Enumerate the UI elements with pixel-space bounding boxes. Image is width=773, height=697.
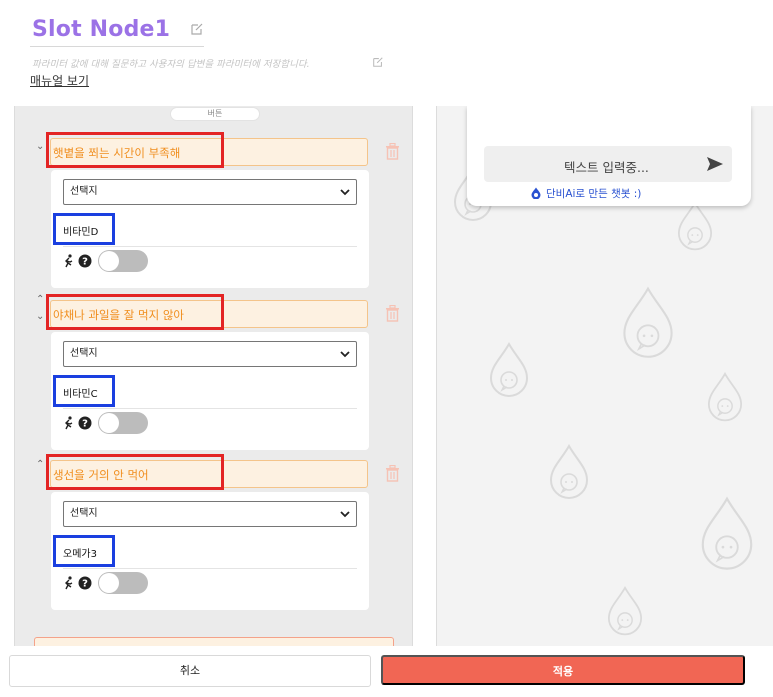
question-text[interactable]: 야채나 과일을 잘 먹지 않아 bbox=[53, 307, 184, 323]
trash-icon[interactable] bbox=[385, 143, 400, 160]
chevron-down-icon[interactable]: ⌄ bbox=[36, 312, 44, 322]
button-editor-panel[interactable]: 버튼 ⌄ 햇볕을 쬐는 시간이 부족해 선택지 비타민D ? ⌃ ⌄ 야채나 과… bbox=[14, 106, 413, 646]
chat-input[interactable]: 텍스트 입력중... bbox=[484, 146, 732, 182]
manual-link[interactable]: 매뉴얼 보기 bbox=[30, 72, 89, 89]
chevron-down-icon bbox=[340, 189, 350, 196]
title-underline bbox=[30, 46, 204, 47]
help-icon[interactable]: ? bbox=[78, 576, 92, 590]
node-title[interactable]: Slot Node1 bbox=[32, 17, 170, 42]
droplet-chat-icon bbox=[549, 444, 589, 499]
button-settings-card: 선택지 오메가3 ? bbox=[51, 492, 369, 610]
apply-button[interactable]: 적용 bbox=[381, 655, 745, 685]
droplet-chat-icon bbox=[489, 342, 529, 397]
edit-icon[interactable] bbox=[372, 56, 384, 68]
chat-input-placeholder: 텍스트 입력중... bbox=[564, 160, 649, 175]
chevron-down-icon[interactable]: ⌄ bbox=[36, 142, 44, 152]
running-icon bbox=[65, 576, 73, 590]
select-value: 선택지 bbox=[70, 348, 98, 359]
node-description[interactable]: 파라미터 값에 대해 질문하고 사용자의 답변을 파라미터에 저장합니다. bbox=[32, 56, 310, 70]
action-select[interactable]: 선택지 bbox=[63, 179, 357, 205]
chevron-down-icon bbox=[340, 351, 350, 358]
cancel-button[interactable]: 취소 bbox=[9, 655, 371, 687]
button-settings-card: 선택지 비타민D ? bbox=[51, 170, 369, 288]
answer-value[interactable]: 오메가3 bbox=[63, 545, 97, 560]
divider bbox=[63, 246, 357, 247]
button-settings-card: 선택지 비타민C ? bbox=[51, 332, 369, 450]
section-label: 버튼 bbox=[170, 107, 260, 121]
button-item: ⌄ 햇볕을 쬐는 시간이 부족해 선택지 비타민D ? bbox=[15, 132, 412, 298]
toggle-knob bbox=[99, 251, 119, 271]
droplet-chat-icon bbox=[707, 372, 743, 422]
help-icon[interactable]: ? bbox=[78, 254, 92, 268]
chat-window: 텍스트 입력중... 단비Ai로 만든 챗봇 :) bbox=[467, 106, 751, 206]
node-header: Slot Node1 파라미터 값에 대해 질문하고 사용자의 답변을 파라미터… bbox=[0, 0, 773, 106]
svg-text:?: ? bbox=[82, 257, 88, 268]
droplet-chat-icon bbox=[623, 286, 673, 358]
svg-text:?: ? bbox=[82, 419, 88, 430]
question-text[interactable]: 생선을 거의 안 먹어 bbox=[53, 467, 149, 483]
trash-icon[interactable] bbox=[385, 465, 400, 482]
select-value: 선택지 bbox=[70, 186, 98, 197]
toggle-knob bbox=[99, 573, 119, 593]
toggle-switch[interactable] bbox=[98, 412, 148, 434]
droplet-chat-icon bbox=[677, 201, 713, 251]
brand-credit[interactable]: 단비Ai로 만든 챗봇 :) bbox=[546, 186, 641, 201]
toggle-switch[interactable] bbox=[98, 572, 148, 594]
chevron-up-icon[interactable]: ⌃ bbox=[36, 295, 44, 305]
answer-value[interactable]: 비타민D bbox=[63, 223, 98, 238]
running-icon bbox=[65, 254, 73, 268]
running-icon bbox=[65, 416, 73, 430]
droplet-icon bbox=[531, 187, 541, 199]
toggle-knob bbox=[99, 413, 119, 433]
toggle-switch[interactable] bbox=[98, 250, 148, 272]
footer: 취소 적용 bbox=[0, 646, 773, 697]
action-select[interactable]: 선택지 bbox=[63, 341, 357, 367]
chat-preview-panel: 텍스트 입력중... 단비Ai로 만든 챗봇 :) bbox=[436, 106, 773, 646]
answer-value[interactable]: 비타민C bbox=[63, 385, 98, 400]
question-text[interactable]: 햇볕을 쬐는 시간이 부족해 bbox=[53, 145, 180, 161]
droplet-chat-icon bbox=[607, 586, 643, 636]
chevron-down-icon bbox=[340, 511, 350, 518]
button-item: ⌃ ⌄ 야채나 과일을 잘 먹지 않아 선택지 비타민C ? bbox=[15, 294, 412, 460]
droplet-chat-icon bbox=[701, 496, 753, 570]
svg-text:?: ? bbox=[82, 579, 88, 590]
trash-icon[interactable] bbox=[385, 305, 400, 322]
divider bbox=[63, 568, 357, 569]
action-select[interactable]: 선택지 bbox=[63, 501, 357, 527]
help-icon[interactable]: ? bbox=[78, 416, 92, 430]
send-icon[interactable] bbox=[706, 156, 724, 172]
edit-icon[interactable] bbox=[190, 22, 204, 36]
button-item: ⌃ 생선을 거의 안 먹어 선택지 오메가3 ? bbox=[15, 454, 412, 620]
chevron-up-icon[interactable]: ⌃ bbox=[36, 460, 44, 470]
divider bbox=[63, 408, 357, 409]
select-value: 선택지 bbox=[70, 508, 98, 519]
